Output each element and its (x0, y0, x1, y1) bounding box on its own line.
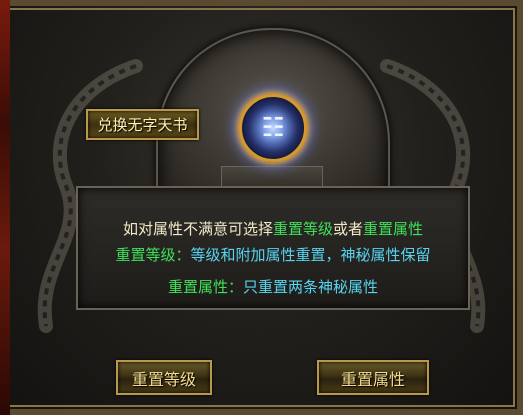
game-dialog-frame: ☷ 兑换无字天书 如对属性不满意可选择重置等级或者重置属性 重置等级：等级和附加… (0, 0, 523, 415)
reset-attr-button[interactable]: 重置属性 (317, 360, 429, 395)
exchange-book-button[interactable]: 兑换无字天书 (86, 109, 199, 140)
info-line-1: 如对属性不满意可选择重置等级或者重置属性 (78, 220, 468, 238)
info-panel: 如对属性不满意可选择重置等级或者重置属性 重置等级：等级和附加属性重置，神秘属性… (60, 186, 486, 318)
book-orb-icon: ☷ (239, 94, 307, 162)
orb-glyph: ☷ (261, 113, 285, 143)
info-line-2-label: 重置等级： (115, 246, 191, 264)
left-edge-decoration (0, 0, 10, 415)
info-line-3: 重置属性：只重置两条神秘属性 (78, 278, 468, 296)
info-line-1-prefix: 如对属性不满意可选择 (122, 220, 273, 238)
info-line-2: 重置等级：等级和附加属性重置，神秘属性保留 (78, 246, 468, 264)
info-line-1-connector: 或者 (333, 220, 364, 238)
info-line-3-text: 只重置两条神秘属性 (243, 278, 379, 296)
info-line-2-text: 等级和附加属性重置，神秘属性保留 (190, 246, 431, 264)
reset-level-button[interactable]: 重置等级 (116, 360, 212, 395)
info-line-1-reset-attr: 重置属性 (363, 220, 424, 238)
info-line-1-reset-level: 重置等级 (272, 220, 333, 238)
info-line-3-label: 重置属性： (167, 278, 243, 296)
